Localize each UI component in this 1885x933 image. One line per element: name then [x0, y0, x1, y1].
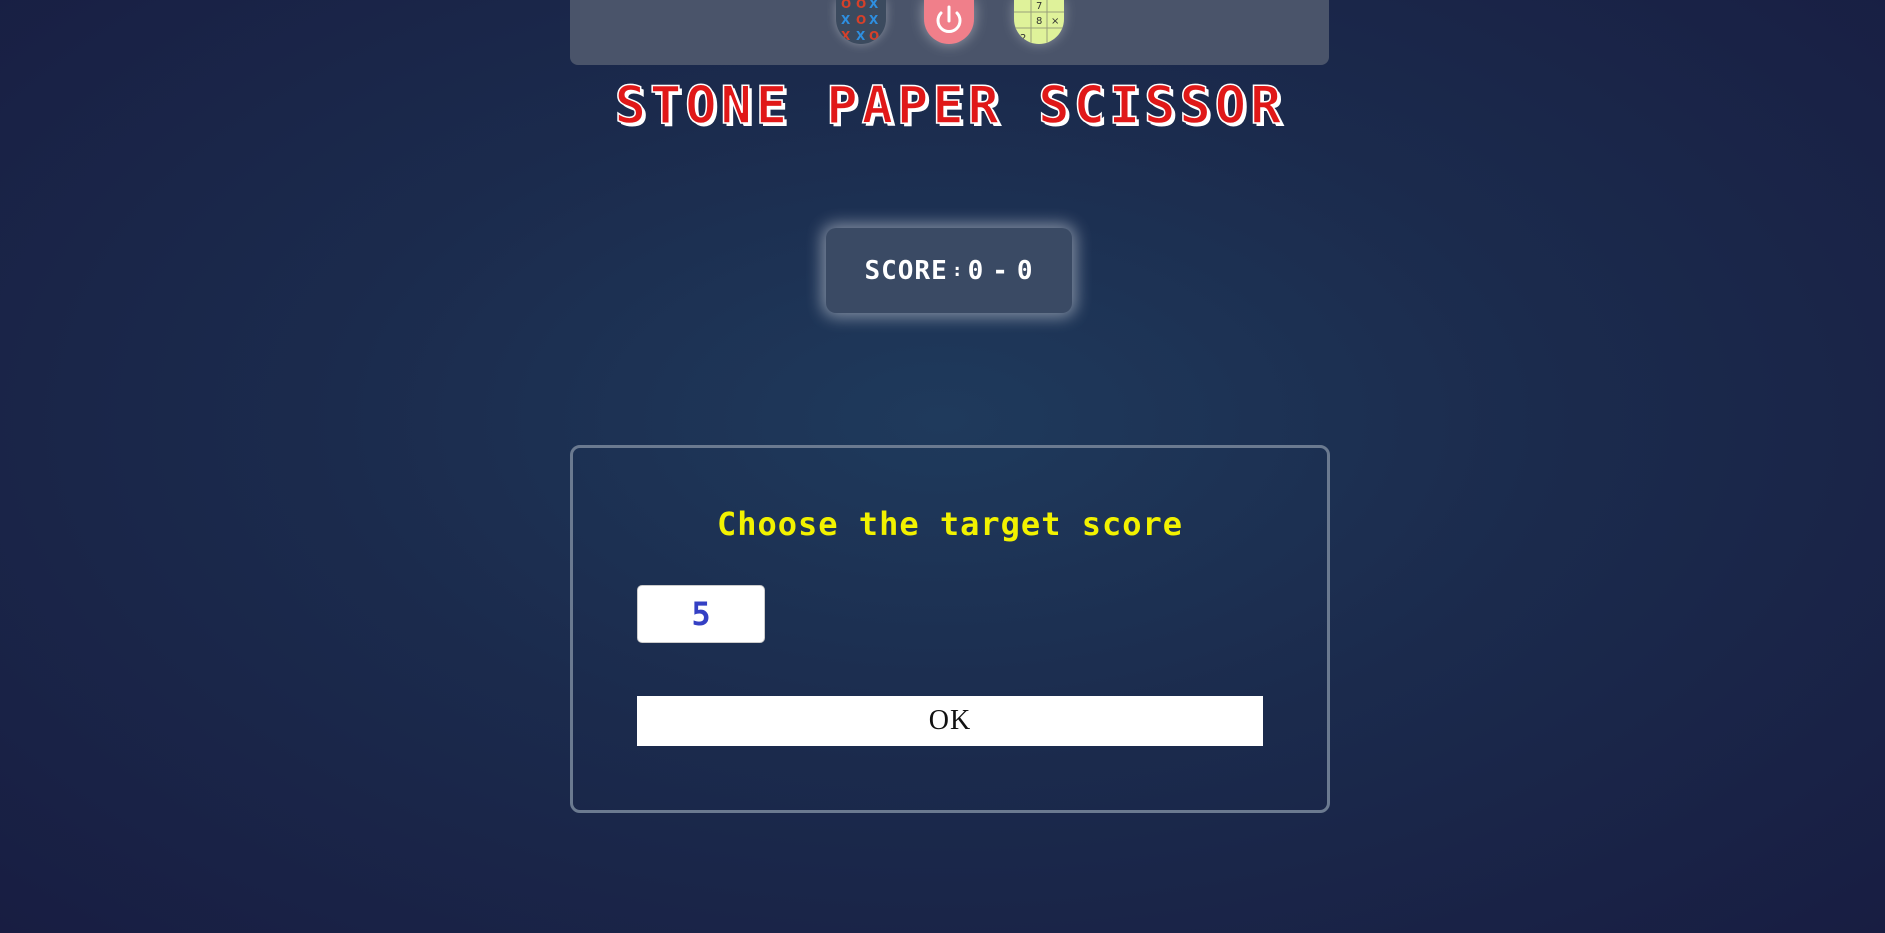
- game-title: STONE PAPER SCISSOR: [614, 75, 1286, 137]
- svg-text:X: X: [841, 29, 851, 43]
- svg-text:X: X: [869, 13, 879, 27]
- computer-score: 0: [1016, 255, 1034, 286]
- svg-text:O: O: [856, 0, 866, 11]
- svg-text:O: O: [869, 29, 879, 43]
- svg-text:X: X: [856, 29, 866, 43]
- tic-tac-toe-icon[interactable]: O O X X O X X X O: [836, 0, 886, 44]
- score-label: SCORE: [864, 255, 948, 286]
- target-score-prompt: Choose the target score: [716, 505, 1184, 543]
- svg-text:2: 2: [1020, 33, 1026, 44]
- target-score-dialog: Choose the target score OK: [570, 445, 1330, 813]
- player-score: 0: [967, 255, 985, 286]
- svg-text:O: O: [841, 0, 851, 11]
- svg-text:X: X: [869, 0, 879, 11]
- score-dash: -: [992, 255, 1009, 286]
- top-navigation-bar: O O X X O X X X O 7 8 × 2: [570, 0, 1329, 65]
- power-icon[interactable]: [924, 0, 974, 44]
- svg-text:×: ×: [1051, 16, 1059, 27]
- score-separator: :: [951, 260, 964, 281]
- sudoku-icon[interactable]: 7 8 × 2: [1014, 0, 1064, 44]
- svg-text:7: 7: [1036, 1, 1042, 12]
- ok-button[interactable]: OK: [637, 696, 1263, 746]
- svg-text:O: O: [856, 13, 866, 27]
- score-display: SCORE : 0 - 0: [826, 228, 1072, 313]
- target-score-input[interactable]: [637, 585, 765, 643]
- svg-text:X: X: [841, 13, 851, 27]
- svg-text:8: 8: [1036, 16, 1042, 27]
